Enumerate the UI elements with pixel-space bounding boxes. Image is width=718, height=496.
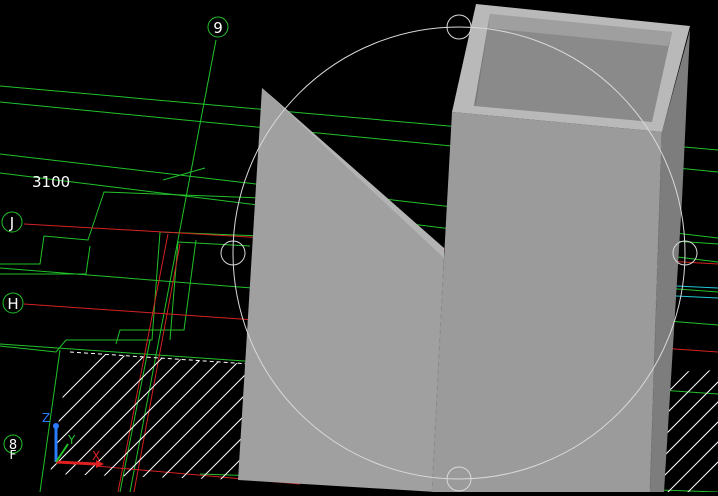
grid-bubble-f: F [10, 448, 17, 462]
ucs-icon: Z Y X [42, 411, 104, 468]
grid-bubble-h-label: H [7, 295, 18, 313]
solid-wing-front-face [238, 88, 444, 492]
grid-bubble-9: 9 [207, 16, 229, 38]
ucs-z-label: Z [42, 411, 50, 425]
grid-bubble-h: H [2, 292, 24, 314]
ucs-x-label: X [92, 449, 100, 463]
grid-bubble-j-label: J [9, 214, 14, 232]
cad-3d-viewport[interactable]: 9 J H 8 F 3100 Z Y X [0, 0, 718, 493]
ucs-y-label: Y [67, 433, 76, 447]
solid-tower-front-face [432, 112, 662, 492]
grid-bubble-f-label: F [10, 448, 17, 462]
grid-bubble-j: J [1, 211, 23, 233]
grid-bubble-9-label: 9 [213, 19, 223, 37]
dimension-text: 3100 [32, 173, 70, 191]
